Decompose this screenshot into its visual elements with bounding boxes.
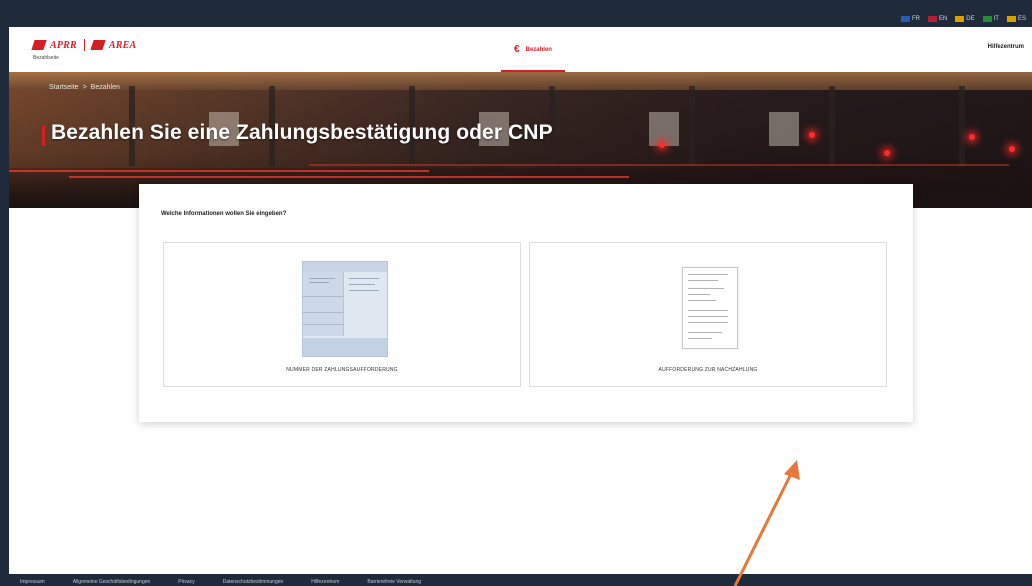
footer-link[interactable]: Allgemeine Geschäftsbedingungen	[73, 579, 151, 585]
toll-roof-image	[9, 72, 1032, 90]
doc-text-line	[688, 280, 718, 281]
title-accent-bar	[42, 126, 45, 146]
arrow-shaft	[733, 471, 794, 586]
doc-row	[303, 324, 343, 325]
toll-pillar	[829, 86, 835, 166]
toll-booth	[769, 112, 799, 146]
flag-icon	[955, 16, 965, 22]
payment-request-document-icon	[302, 261, 388, 357]
language-fr[interactable]: FR	[900, 16, 920, 22]
logo-area-text: AREA	[108, 39, 137, 51]
doc-text-line	[349, 290, 379, 291]
nav-pay-label: Bezahlen	[525, 46, 552, 53]
footer-link[interactable]: Barrierefreie Verwaltung	[367, 579, 421, 585]
language-es[interactable]: ES	[1006, 16, 1026, 22]
doc-text-line	[688, 300, 716, 301]
language-code: DE	[966, 16, 975, 22]
aprr-logo-icon	[31, 40, 47, 50]
logo-separator	[83, 39, 85, 51]
doc-text-line	[688, 322, 728, 323]
doc-text-line	[688, 332, 722, 333]
breadcrumb: Startseite > Bezahlen	[49, 84, 120, 91]
doc-text-line	[688, 316, 728, 317]
payment-choice-card: Welche Informationen wollen Sie eingeben…	[139, 184, 913, 422]
language-bar: FR EN DE IT ES	[900, 14, 1026, 24]
toll-booth	[649, 112, 679, 146]
language-code: ES	[1017, 16, 1026, 22]
doc-text-line	[309, 282, 329, 283]
logo-subtitle: Bezahlseite	[33, 55, 59, 61]
red-signal-light	[969, 134, 975, 140]
doc-text-line	[688, 338, 712, 339]
doc-text-line	[688, 288, 724, 289]
language-en[interactable]: EN	[927, 16, 948, 22]
light-streak	[69, 176, 629, 178]
doc-text-line	[688, 274, 728, 275]
breadcrumb-home[interactable]: Startseite	[49, 84, 79, 91]
breadcrumb-separator: >	[82, 84, 87, 91]
option-payment-request-number[interactable]: NUMMER DER ZAHLUNGSAUFFORDERUNG	[163, 242, 521, 387]
option-2-label: AUFFORDERUNG ZUR NACHZAHLUNG	[658, 367, 758, 373]
language-code: FR	[911, 16, 920, 22]
breadcrumb-current: Bezahlen	[90, 84, 120, 91]
window-left-frame	[0, 0, 9, 586]
window-top-frame	[0, 0, 1032, 27]
doc-text-line	[309, 278, 335, 279]
footer-links: Impressum Allgemeine Geschäftsbedingunge…	[20, 579, 421, 585]
doc-row	[303, 296, 343, 297]
doc-text-line	[349, 284, 375, 285]
footer-link[interactable]: Privacy	[178, 579, 194, 585]
euro-icon: €	[514, 44, 520, 55]
additional-payment-document-icon	[682, 267, 738, 349]
doc-row	[303, 312, 343, 313]
footer-link[interactable]: Datenschutzbestimmungen	[223, 579, 284, 585]
footer-link[interactable]: Hilfezentrum	[311, 579, 339, 585]
language-it[interactable]: IT	[982, 16, 999, 22]
doc-text-line	[688, 294, 710, 295]
red-signal-light	[659, 142, 665, 148]
flag-icon	[1006, 16, 1016, 22]
language-code: IT	[993, 16, 999, 22]
page-title: Bezahlen Sie eine Zahlungsbestätigung od…	[51, 121, 553, 144]
brand-logo[interactable]: APRR AREA	[31, 39, 137, 51]
flag-icon	[982, 16, 992, 22]
red-signal-light	[884, 150, 890, 156]
doc-text-line	[349, 278, 379, 279]
language-de[interactable]: DE	[955, 16, 975, 22]
toll-pillar	[959, 86, 965, 166]
flag-icon	[927, 16, 937, 22]
option-additional-payment-request[interactable]: AUFFORDERUNG ZUR NACHZAHLUNG	[529, 242, 887, 387]
area-logo-icon	[90, 40, 106, 50]
flag-icon	[900, 16, 910, 22]
arrow-head-icon	[784, 460, 800, 480]
site-header: APRR AREA Bezahlseite € Bezahlen Hilfeze…	[9, 27, 1032, 73]
red-signal-light	[1009, 146, 1015, 152]
toll-pillar	[689, 86, 695, 166]
doc-footer-band	[303, 338, 387, 356]
nav-pay-tab[interactable]: € Bezahlen	[493, 27, 573, 72]
help-center-link[interactable]: Hilfezentrum	[988, 44, 1024, 50]
red-signal-light	[809, 132, 815, 138]
choice-question: Welche Informationen wollen Sie eingeben…	[161, 211, 287, 217]
light-streak	[9, 170, 429, 172]
doc-text-line	[688, 310, 728, 311]
footer-link[interactable]: Impressum	[20, 579, 45, 585]
language-code: EN	[938, 16, 948, 22]
doc-header-band	[303, 262, 387, 272]
option-1-label: NUMMER DER ZAHLUNGSAUFFORDERUNG	[286, 367, 398, 373]
logo-aprr-text: APRR	[50, 39, 77, 51]
light-streak	[309, 164, 1009, 166]
